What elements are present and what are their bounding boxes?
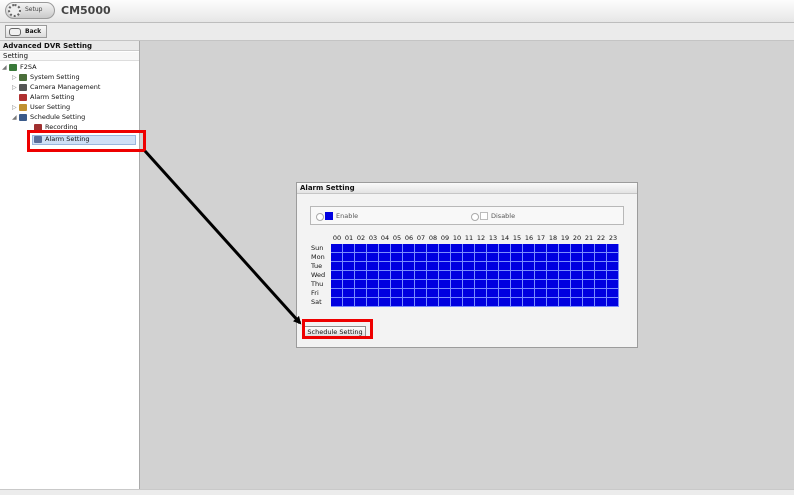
status-strip [0, 489, 794, 495]
arrow-line [143, 149, 302, 325]
annotation-arrow [143, 149, 302, 325]
